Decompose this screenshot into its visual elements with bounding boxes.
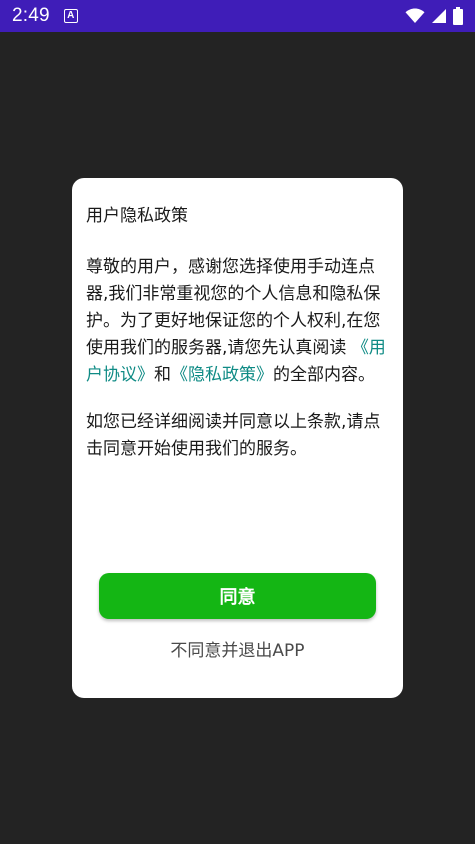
status-bar: 2:49 A <box>0 0 475 32</box>
privacy-paragraph: 尊敬的用户，感谢您选择使用手动连点器,我们非常重视您的个人信息和隐私保护。为了更… <box>86 254 389 389</box>
paragraph-text-before: 尊敬的用户，感谢您选择使用手动连点器,我们非常重视您的个人信息和隐私保护。为了更… <box>86 257 381 358</box>
disagree-exit-link[interactable]: 不同意并退出APP <box>72 636 403 661</box>
wifi-icon <box>405 8 425 24</box>
dialog-body: 尊敬的用户，感谢您选择使用手动连点器,我们非常重视您的个人信息和隐私保护。为了更… <box>86 254 389 463</box>
consent-paragraph: 如您已经详细阅读并同意以上条款,请点击同意开始使用我们的服务。 <box>86 412 381 459</box>
privacy-policy-link[interactable]: 《隐私政策》 <box>171 365 273 385</box>
status-time: 2:49 <box>12 5 50 26</box>
status-icons <box>405 7 463 25</box>
agree-button[interactable]: 同意 <box>99 573 376 619</box>
privacy-dialog: 用户隐私政策 尊敬的用户，感谢您选择使用手动连点器,我们非常重视您的个人信息和隐… <box>72 178 403 698</box>
battery-icon <box>453 7 463 25</box>
dialog-title: 用户隐私政策 <box>86 206 188 226</box>
paragraph-text-after: 的全部内容。 <box>273 365 375 385</box>
signal-icon <box>431 8 447 24</box>
paragraph-conjunction: 和 <box>154 365 171 385</box>
app-notification-icon: A <box>63 9 78 23</box>
